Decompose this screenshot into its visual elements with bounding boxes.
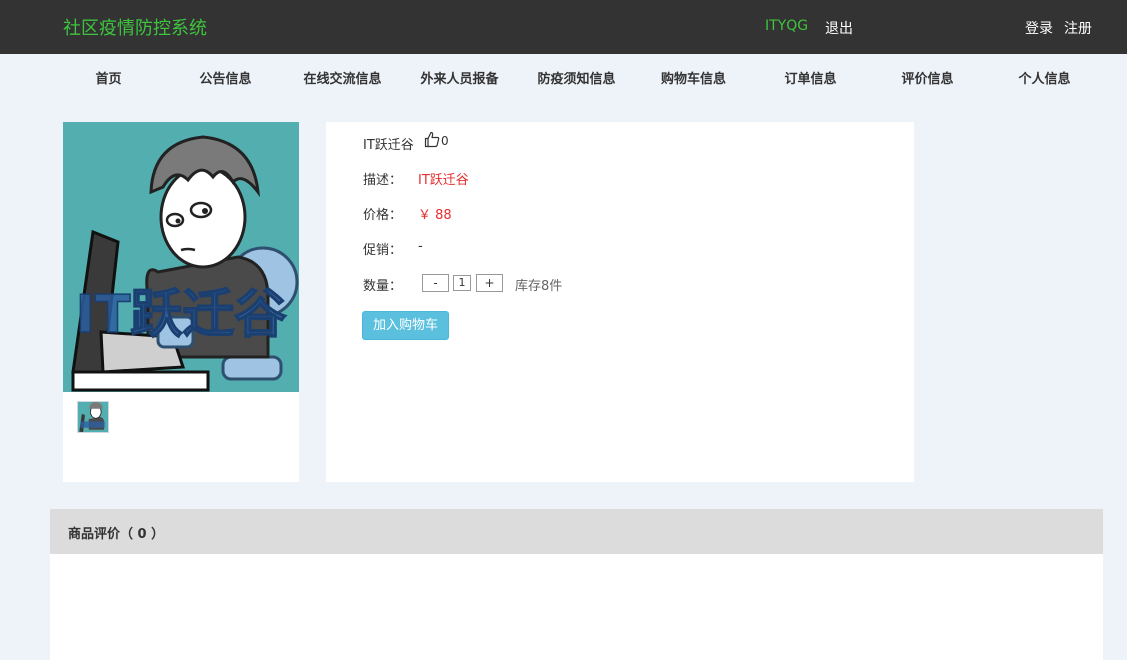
nav-item-prevention-notice[interactable]: 防疫须知信息	[518, 54, 635, 106]
main-nav: 首页 公告信息 在线交流信息 外来人员报备 防疫须知信息 购物车信息 订单信息 …	[50, 54, 1103, 106]
like-count: 0	[441, 134, 449, 148]
quantity-input[interactable]: 1	[453, 275, 471, 291]
stock-text: 库存8件	[515, 279, 563, 294]
quantity-decrease-button[interactable]: -	[422, 274, 449, 292]
nav-item-cart[interactable]: 购物车信息	[635, 54, 752, 106]
description-value: IT跃迁谷	[418, 173, 469, 188]
nav-item-reviews[interactable]: 评价信息	[869, 54, 986, 106]
nav-item-profile[interactable]: 个人信息	[986, 54, 1103, 106]
product-thumbnail[interactable]	[77, 401, 109, 433]
description-label: 描述：	[363, 173, 403, 188]
thumbnail-illustration	[78, 402, 108, 432]
nav-item-visitor-report[interactable]: 外来人员报备	[401, 54, 518, 106]
username-link[interactable]: ITYQG	[765, 18, 808, 34]
product-details: IT跃迁谷 0 描述： IT跃迁谷 价格： ￥ 88 促销： - 数量： - 1…	[326, 122, 914, 482]
price-label: 价格：	[363, 208, 403, 223]
top-bar: 社区疫情防控系统 ITYQG 退出 登录 注册	[0, 0, 1127, 54]
quantity-label: 数量：	[363, 279, 403, 294]
logout-link[interactable]: 退出	[825, 18, 853, 38]
price-value: ￥ 88	[418, 208, 452, 223]
login-link[interactable]: 登录	[1025, 18, 1053, 38]
like-button[interactable]: 0	[424, 131, 449, 148]
reviews-title: 商品评价（ 0 ）	[68, 527, 165, 542]
reviews-content	[50, 554, 1103, 660]
promotion-value: -	[418, 239, 423, 254]
nav-item-online-chat[interactable]: 在线交流信息	[284, 54, 401, 106]
site-title[interactable]: 社区疫情防控系统	[63, 14, 207, 40]
nav-item-announcements[interactable]: 公告信息	[167, 54, 284, 106]
nav-item-home[interactable]: 首页	[50, 54, 167, 106]
quantity-increase-button[interactable]: +	[476, 274, 503, 292]
promotion-label: 促销：	[363, 243, 403, 258]
nav-item-orders[interactable]: 订单信息	[752, 54, 869, 106]
add-to-cart-button[interactable]: 加入购物车	[362, 311, 449, 340]
register-link[interactable]: 注册	[1064, 18, 1092, 38]
thumbs-up-icon	[424, 131, 440, 148]
product-illustration: IT跃迁谷	[63, 122, 299, 392]
product-image-text: IT跃迁谷	[76, 285, 287, 345]
product-main-image: IT跃迁谷	[63, 122, 299, 392]
product-gallery: IT跃迁谷	[63, 122, 299, 482]
product-name: IT跃迁谷	[363, 138, 414, 153]
reviews-header: 商品评价（ 0 ）	[50, 509, 1103, 554]
